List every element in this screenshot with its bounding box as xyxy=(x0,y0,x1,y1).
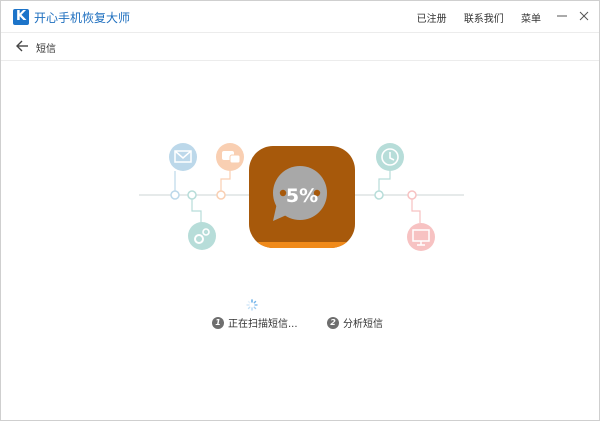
progress-percent: 5% xyxy=(285,185,319,207)
loading-spinner-icon xyxy=(246,299,258,311)
node-dot xyxy=(374,190,384,200)
step-label: 分析短信 xyxy=(343,319,383,330)
monitor-icon xyxy=(407,223,435,251)
mail-icon xyxy=(169,143,197,171)
node-dot xyxy=(187,190,197,200)
step-number-badge: 1 xyxy=(212,316,224,329)
step-scanning: 1 正在扫描短信... xyxy=(212,315,298,330)
step-number-badge: 2 xyxy=(327,316,339,329)
node-dot xyxy=(170,190,180,200)
step-label: 正在扫描短信... xyxy=(228,319,298,330)
node-dot xyxy=(216,190,226,200)
app-window: K 开心手机恢复大师 已注册 联系我们 菜单 短信 5% 1 正在扫描短信...… xyxy=(0,0,600,421)
node-dot xyxy=(407,190,417,200)
step-analyzing: 2 分析短信 xyxy=(327,315,383,330)
progress-box-bar xyxy=(249,242,355,248)
